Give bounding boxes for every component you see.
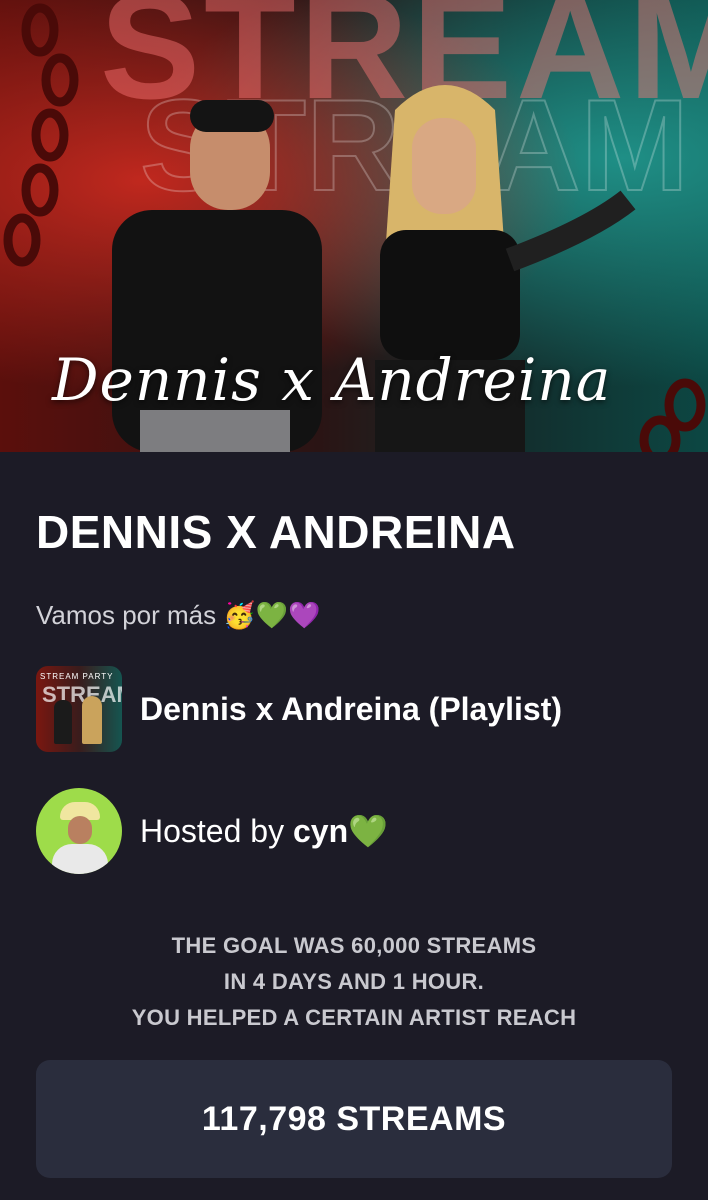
thumbnail-top-text: STREAM PARTY — [40, 672, 114, 681]
playlist-name: Dennis x Andreina (Playlist) — [140, 690, 563, 727]
avatar-face — [68, 816, 92, 844]
host-link[interactable]: Hosted by cyn💚 — [36, 788, 388, 874]
thumbnail-figure-left — [54, 700, 72, 744]
hero-banner: STREAM STREAM Dennis x Andreina — [0, 0, 708, 452]
thumbnail-figure-right — [82, 696, 102, 744]
goal-line-1: THE GOAL WAS 60,000 STREAMS — [171, 933, 537, 958]
banner-script-title: Dennis x Andreina — [52, 346, 612, 414]
host-prefix: Hosted by — [140, 813, 293, 849]
playlist-link[interactable]: STREAM PARTY STREAM Dennis x Andreina (P… — [36, 666, 562, 752]
party-description: Vamos por más 🥳💚💜 — [36, 600, 321, 630]
playlist-thumbnail: STREAM PARTY STREAM — [36, 666, 122, 752]
goal-line-3: YOU HELPED A CERTAIN ARTIST REACH — [131, 1005, 577, 1030]
streams-total: 117,798 STREAMS — [201, 1099, 507, 1138]
avatar-body — [52, 844, 108, 874]
host-label: Hosted by cyn💚 — [140, 812, 388, 850]
host-avatar[interactable] — [36, 788, 122, 874]
goal-line-2: IN 4 DAYS AND 1 HOUR. — [223, 969, 485, 994]
streams-total-card: 117,798 STREAMS — [36, 1060, 672, 1178]
party-title: DENNIS X ANDREINA — [36, 506, 516, 558]
goal-summary: THE GOAL WAS 60,000 STREAMS IN 4 DAYS AN… — [0, 928, 708, 1036]
host-name[interactable]: cyn💚 — [293, 813, 388, 849]
